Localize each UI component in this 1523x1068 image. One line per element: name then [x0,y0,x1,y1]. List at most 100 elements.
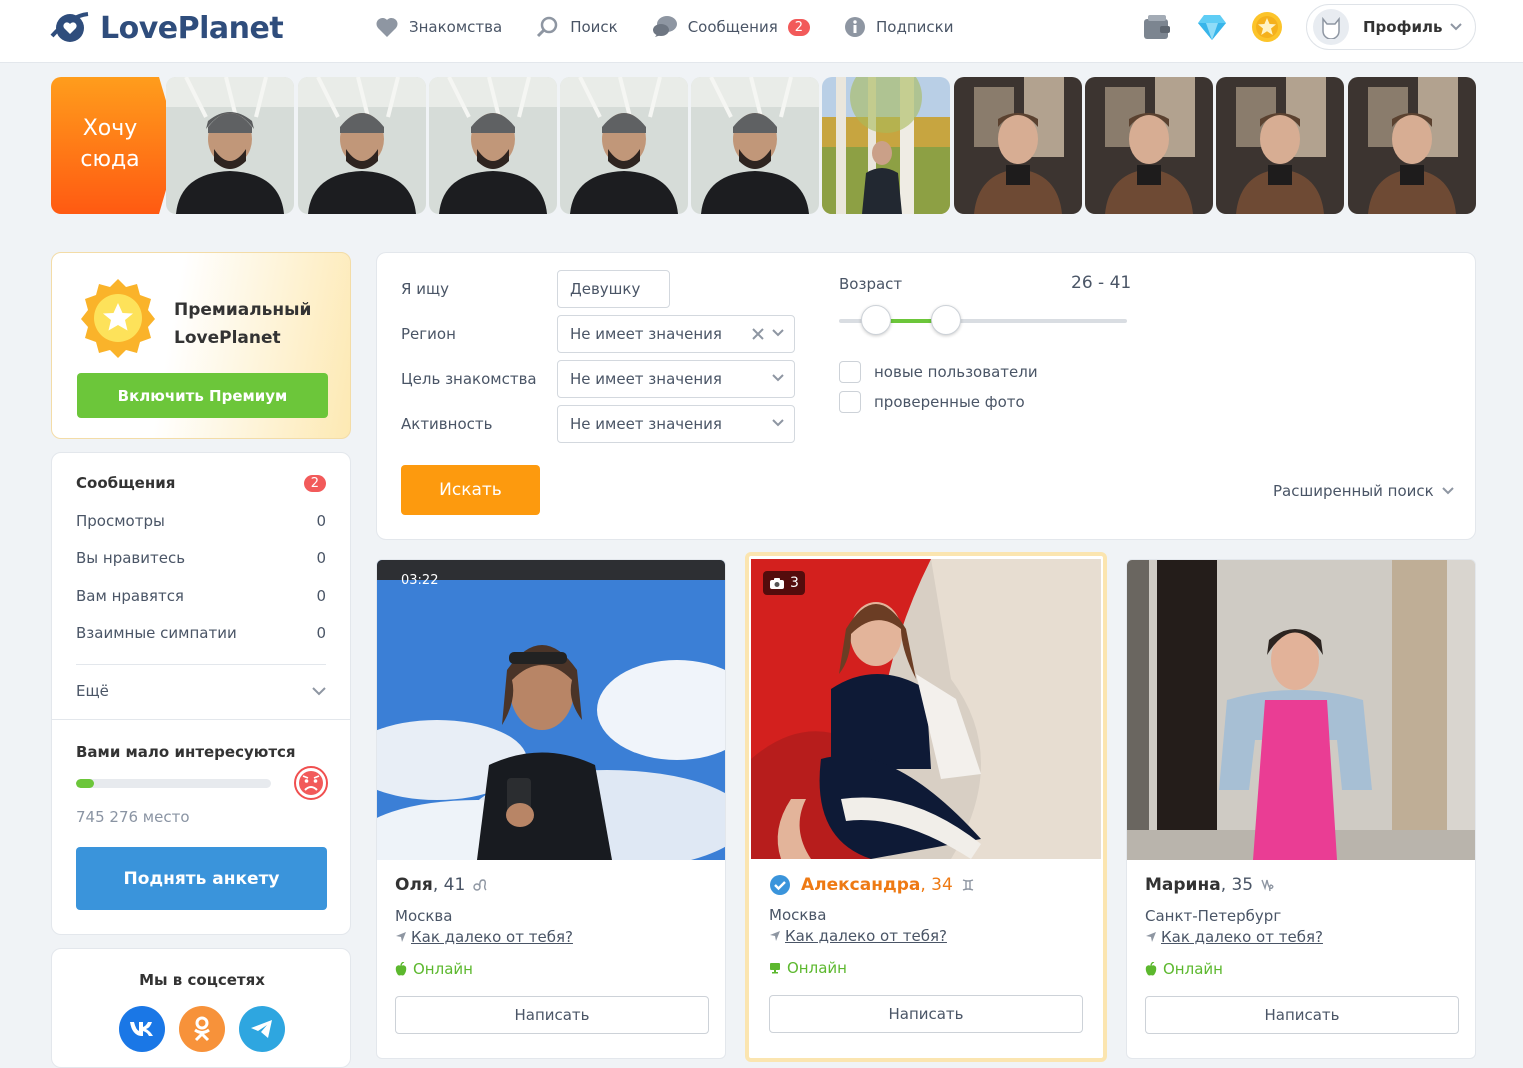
premium-title: Премиальный LovePlanet [174,296,311,352]
diamond-icon [1198,15,1226,40]
stat-you-are-liked[interactable]: Вы нравитесь 0 [76,549,326,567]
stat-label: Вам нравятся [76,587,184,605]
strip-thumb[interactable] [560,77,688,214]
profile-name[interactable]: Александра, 34 [769,874,975,896]
profile-button[interactable]: Профиль [1306,4,1476,50]
online-label: Онлайн [787,959,847,977]
seek-select[interactable]: Девушку [557,270,670,308]
cat-avatar-icon [1322,16,1340,39]
strip-thumb[interactable] [166,77,294,214]
photo-count-badge: 3 [763,571,805,595]
search-button[interactable]: Искать [401,465,540,515]
nav-search[interactable]: Поиск [536,15,618,39]
planet-heart-icon [50,12,89,42]
profile-age: , 41 [432,875,466,895]
stat-mutual[interactable]: Взаимные симпатии 0 [76,624,326,642]
distance-link[interactable]: Как далеко от тебя? [395,928,573,946]
diamond-button[interactable] [1195,10,1229,44]
top-photo-strip: Хочу сюда [51,77,1476,214]
write-message-button[interactable]: Написать [395,996,709,1034]
telegram-link[interactable] [239,1006,285,1052]
zodiac-leo-icon [473,879,487,891]
stat-messages[interactable]: Сообщения 2 [76,474,326,492]
location-arrow-icon [396,932,406,942]
logo[interactable]: LovePlanet [50,6,284,50]
nav-subscriptions[interactable]: Подписки [844,16,953,38]
distance-link[interactable]: Как далеко от тебя? [769,927,947,945]
strip-thumb[interactable] [822,77,950,214]
nav-search-label: Поиск [570,18,618,36]
strip-thumb[interactable] [1348,77,1476,214]
age-range-value: 26 - 41 [1071,273,1132,293]
goal-select[interactable]: Не имеет значения [557,360,795,398]
ok-link[interactable] [179,1006,225,1052]
vk-link[interactable] [119,1006,165,1052]
apple-icon [395,962,407,976]
wallet-button[interactable] [1140,10,1174,44]
divider [52,719,350,720]
goal-value: Не имеет значения [570,370,722,388]
search-icon [537,16,558,38]
apple-icon [1145,962,1157,976]
age-min-handle[interactable] [861,305,892,335]
want-here-button[interactable]: Хочу сюда [51,77,179,214]
region-select[interactable]: Не имеет значения [557,315,795,353]
star-coin-button[interactable] [1250,10,1284,44]
stat-messages-badge: 2 [303,474,326,492]
write-message-button[interactable]: Написать [769,995,1083,1033]
premium-star-badge-icon [68,267,168,367]
profile-name[interactable]: Оля, 41 [395,875,487,895]
strip-thumb[interactable] [298,77,426,214]
heart-icon [376,17,398,37]
premium-title-line: LovePlanet [174,328,281,348]
premium-title-line: Премиальный [174,300,312,320]
photo-count: 3 [790,575,799,591]
advanced-search-toggle[interactable]: Расширенный поиск [1273,482,1454,500]
stat-views[interactable]: Просмотры 0 [76,512,326,530]
profile-photo[interactable]: 03:22 [377,560,725,860]
clear-icon[interactable] [752,328,764,340]
new-users-checkbox[interactable] [839,361,861,383]
premium-card: Премиальный LovePlanet Включить Премиум [51,252,351,439]
stat-you-like[interactable]: Вам нравятся 0 [76,587,326,605]
activity-value: Не имеет значения [570,415,722,433]
wallet-icon [1144,15,1170,39]
seek-value: Девушку [570,280,641,298]
new-users-label: новые пользователи [874,363,1038,381]
profile-city: Санкт-Петербург [1145,907,1282,925]
nav-dating[interactable]: Знакомства [375,16,502,38]
age-slider[interactable] [839,305,1127,335]
strip-thumb[interactable] [954,77,1082,214]
activity-select[interactable]: Не имеет значения [557,405,795,443]
nav-messages[interactable]: Сообщения 2 [652,15,810,39]
profile-photo[interactable] [1127,560,1475,860]
age-label: Возраст [839,275,903,293]
avatar [1313,9,1349,45]
vk-icon [130,1022,153,1036]
main-nav: Знакомства Поиск Сообщения 2 Подписки [375,12,987,42]
profile-photo[interactable]: 3 [751,559,1101,859]
strip-thumb[interactable] [429,77,557,214]
more-toggle[interactable]: Ещё [76,682,326,700]
strip-thumb[interactable] [1216,77,1344,214]
online-label: Онлайн [1163,960,1223,978]
profile-name-text: Марина [1145,875,1221,895]
nav-dating-label: Знакомства [409,18,503,36]
strip-thumb[interactable] [1085,77,1213,214]
distance-link[interactable]: Как далеко от тебя? [1145,928,1323,946]
verified-photo-checkbox[interactable] [839,391,861,413]
profile-name-text: Оля [395,875,433,895]
header-icons [1140,10,1305,44]
status-bar-time: 03:22 [401,573,439,588]
profile-city: Москва [395,907,453,925]
profile-name[interactable]: Марина, 35 [1145,875,1275,895]
logo-text: LovePlanet [100,10,284,46]
age-max-handle[interactable] [930,305,961,335]
raise-profile-button[interactable]: Поднять анкету [76,847,327,910]
strip-thumb[interactable] [691,77,819,214]
enable-premium-button[interactable]: Включить Премиум [77,373,328,418]
region-value: Не имеет значения [570,325,722,343]
profile-city: Москва [769,906,827,924]
messages-badge: 2 [787,18,810,36]
write-message-button[interactable]: Написать [1145,996,1459,1034]
